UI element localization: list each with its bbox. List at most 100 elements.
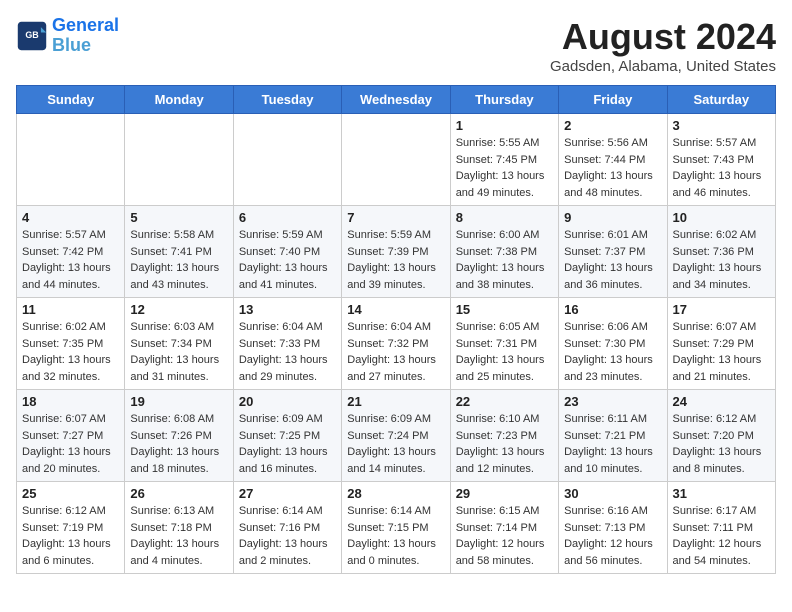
day-number: 5 — [130, 210, 227, 225]
day-info: Sunrise: 6:08 AMSunset: 7:26 PMDaylight:… — [130, 411, 227, 477]
calendar-week-row: 18 Sunrise: 6:07 AMSunset: 7:27 PMDayligh… — [17, 390, 776, 482]
day-number: 7 — [347, 210, 444, 225]
calendar-cell: 24Sunrise: 6:12 AMSunset: 7:20 PMDayligh… — [667, 390, 775, 482]
day-info: Sunrise: 6:05 AMSunset: 7:31 PMDaylight:… — [456, 319, 553, 385]
calendar-cell: 9 Sunrise: 6:01 AMSunset: 7:37 PMDaylight… — [559, 206, 667, 298]
calendar-week-row: 25 Sunrise: 6:12 AMSunset: 7:19 PMDayligh… — [17, 482, 776, 574]
day-info: Sunrise: 6:14 AMSunset: 7:15 PMDaylight:… — [347, 503, 444, 569]
day-info: Sunrise: 6:12 AMSunset: 7:19 PMDaylight:… — [22, 503, 119, 569]
day-of-week-header: Wednesday — [342, 86, 450, 114]
calendar-cell — [342, 114, 450, 206]
calendar-cell: 18 Sunrise: 6:07 AMSunset: 7:27 PMDayligh… — [17, 390, 125, 482]
day-info: Sunrise: 6:06 AMSunset: 7:30 PMDaylight:… — [564, 319, 661, 385]
calendar-cell — [233, 114, 341, 206]
calendar-cell: 10Sunrise: 6:02 AMSunset: 7:36 PMDayligh… — [667, 206, 775, 298]
day-number: 28 — [347, 486, 444, 501]
day-of-week-header: Sunday — [17, 86, 125, 114]
calendar-header: SundayMondayTuesdayWednesdayThursdayFrid… — [17, 86, 776, 114]
day-number: 15 — [456, 302, 553, 317]
calendar-cell: 28 Sunrise: 6:14 AMSunset: 7:15 PMDayligh… — [342, 482, 450, 574]
day-number: 6 — [239, 210, 336, 225]
logo-text: General Blue — [52, 16, 119, 56]
day-number: 26 — [130, 486, 227, 501]
day-info: Sunrise: 6:11 AMSunset: 7:21 PMDaylight:… — [564, 411, 661, 477]
calendar-cell — [17, 114, 125, 206]
calendar-body: 1Sunrise: 5:55 AMSunset: 7:45 PMDaylight… — [17, 114, 776, 574]
day-number: 22 — [456, 394, 553, 409]
day-number: 1 — [456, 118, 553, 133]
day-number: 3 — [673, 118, 770, 133]
calendar-cell: 20 Sunrise: 6:09 AMSunset: 7:25 PMDayligh… — [233, 390, 341, 482]
calendar-cell: 12 Sunrise: 6:03 AMSunset: 7:34 PMDayligh… — [125, 298, 233, 390]
logo-icon: GB — [16, 20, 48, 52]
calendar-cell: 23Sunrise: 6:11 AMSunset: 7:21 PMDayligh… — [559, 390, 667, 482]
calendar-cell: 17Sunrise: 6:07 AMSunset: 7:29 PMDayligh… — [667, 298, 775, 390]
calendar-cell: 14Sunrise: 6:04 AMSunset: 7:32 PMDayligh… — [342, 298, 450, 390]
day-info: Sunrise: 6:10 AMSunset: 7:23 PMDaylight:… — [456, 411, 553, 477]
day-number: 4 — [22, 210, 119, 225]
logo-line1: General — [52, 15, 119, 35]
calendar-cell: 31 Sunrise: 6:17 AMSunset: 7:11 PMDayligh… — [667, 482, 775, 574]
day-number: 18 — [22, 394, 119, 409]
title-block: August 2024 Gadsden, Alabama, United Sta… — [550, 16, 776, 75]
calendar-cell: 1Sunrise: 5:55 AMSunset: 7:45 PMDaylight… — [450, 114, 558, 206]
calendar-cell: 16 Sunrise: 6:06 AMSunset: 7:30 PMDayligh… — [559, 298, 667, 390]
day-number: 29 — [456, 486, 553, 501]
day-info: Sunrise: 5:56 AMSunset: 7:44 PMDaylight:… — [564, 135, 661, 201]
calendar-cell: 13 Sunrise: 6:04 AMSunset: 7:33 PMDayligh… — [233, 298, 341, 390]
header-row: SundayMondayTuesdayWednesdayThursdayFrid… — [17, 86, 776, 114]
day-info: Sunrise: 6:16 AMSunset: 7:13 PMDaylight:… — [564, 503, 661, 569]
calendar-cell: 15 Sunrise: 6:05 AMSunset: 7:31 PMDayligh… — [450, 298, 558, 390]
page-header: GB General Blue August 2024 Gadsden, Ala… — [16, 16, 776, 75]
calendar-cell: 3Sunrise: 5:57 AMSunset: 7:43 PMDaylight… — [667, 114, 775, 206]
day-info: Sunrise: 5:59 AMSunset: 7:39 PMDaylight:… — [347, 227, 444, 293]
day-number: 13 — [239, 302, 336, 317]
calendar-cell — [125, 114, 233, 206]
day-info: Sunrise: 6:01 AMSunset: 7:37 PMDaylight:… — [564, 227, 661, 293]
day-info: Sunrise: 6:17 AMSunset: 7:11 PMDaylight:… — [673, 503, 770, 569]
calendar-cell: 8Sunrise: 6:00 AMSunset: 7:38 PMDaylight… — [450, 206, 558, 298]
day-number: 16 — [564, 302, 661, 317]
day-info: Sunrise: 6:03 AMSunset: 7:34 PMDaylight:… — [130, 319, 227, 385]
month-title: August 2024 — [550, 16, 776, 58]
calendar-cell: 30Sunrise: 6:16 AMSunset: 7:13 PMDayligh… — [559, 482, 667, 574]
calendar-cell: 29Sunrise: 6:15 AMSunset: 7:14 PMDayligh… — [450, 482, 558, 574]
day-number: 2 — [564, 118, 661, 133]
calendar-cell: 4 Sunrise: 5:57 AMSunset: 7:42 PMDaylight… — [17, 206, 125, 298]
calendar-cell: 26 Sunrise: 6:13 AMSunset: 7:18 PMDayligh… — [125, 482, 233, 574]
day-info: Sunrise: 6:13 AMSunset: 7:18 PMDaylight:… — [130, 503, 227, 569]
day-info: Sunrise: 5:57 AMSunset: 7:42 PMDaylight:… — [22, 227, 119, 293]
logo: GB General Blue — [16, 16, 119, 56]
day-number: 9 — [564, 210, 661, 225]
logo-line2: Blue — [52, 35, 91, 55]
day-number: 31 — [673, 486, 770, 501]
day-of-week-header: Thursday — [450, 86, 558, 114]
calendar-cell: 25 Sunrise: 6:12 AMSunset: 7:19 PMDayligh… — [17, 482, 125, 574]
day-info: Sunrise: 6:07 AMSunset: 7:27 PMDaylight:… — [22, 411, 119, 477]
calendar-week-row: 4 Sunrise: 5:57 AMSunset: 7:42 PMDaylight… — [17, 206, 776, 298]
day-info: Sunrise: 6:09 AMSunset: 7:24 PMDaylight:… — [347, 411, 444, 477]
day-info: Sunrise: 6:12 AMSunset: 7:20 PMDaylight:… — [673, 411, 770, 477]
calendar-cell: 5Sunrise: 5:58 AMSunset: 7:41 PMDaylight… — [125, 206, 233, 298]
calendar: SundayMondayTuesdayWednesdayThursdayFrid… — [16, 85, 776, 574]
calendar-cell: 11Sunrise: 6:02 AMSunset: 7:35 PMDayligh… — [17, 298, 125, 390]
day-number: 27 — [239, 486, 336, 501]
day-number: 25 — [22, 486, 119, 501]
day-info: Sunrise: 6:07 AMSunset: 7:29 PMDaylight:… — [673, 319, 770, 385]
day-number: 12 — [130, 302, 227, 317]
calendar-cell: 7 Sunrise: 5:59 AMSunset: 7:39 PMDaylight… — [342, 206, 450, 298]
day-of-week-header: Saturday — [667, 86, 775, 114]
day-of-week-header: Monday — [125, 86, 233, 114]
day-info: Sunrise: 6:14 AMSunset: 7:16 PMDaylight:… — [239, 503, 336, 569]
calendar-cell: 2 Sunrise: 5:56 AMSunset: 7:44 PMDaylight… — [559, 114, 667, 206]
day-info: Sunrise: 5:59 AMSunset: 7:40 PMDaylight:… — [239, 227, 336, 293]
calendar-cell: 6 Sunrise: 5:59 AMSunset: 7:40 PMDaylight… — [233, 206, 341, 298]
day-number: 11 — [22, 302, 119, 317]
day-number: 20 — [239, 394, 336, 409]
day-of-week-header: Tuesday — [233, 86, 341, 114]
day-info: Sunrise: 6:09 AMSunset: 7:25 PMDaylight:… — [239, 411, 336, 477]
day-info: Sunrise: 6:04 AMSunset: 7:32 PMDaylight:… — [347, 319, 444, 385]
day-info: Sunrise: 6:04 AMSunset: 7:33 PMDaylight:… — [239, 319, 336, 385]
day-number: 8 — [456, 210, 553, 225]
calendar-cell: 22 Sunrise: 6:10 AMSunset: 7:23 PMDayligh… — [450, 390, 558, 482]
